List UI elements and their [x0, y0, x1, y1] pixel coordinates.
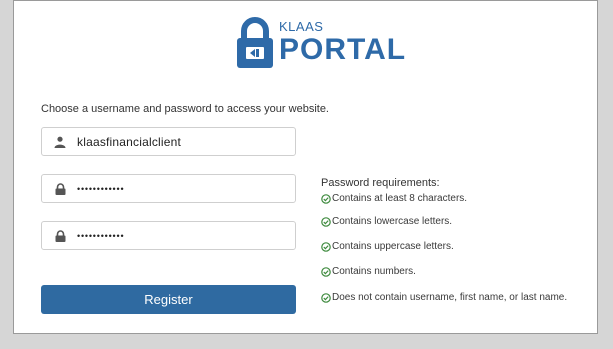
password-field[interactable]: •••••••••••• [41, 174, 296, 203]
requirement-text: Contains numbers. [332, 266, 416, 277]
intro-text: Choose a username and password to access… [41, 103, 329, 115]
padlock-logo-icon [237, 17, 273, 68]
username-value: klaasfinancialclient [77, 134, 182, 149]
register-button[interactable]: Register [41, 285, 296, 314]
password-requirements-title: Password requirements: [321, 177, 440, 189]
password-value: •••••••••••• [77, 183, 125, 194]
logo-text-portal: PORTAL [279, 33, 407, 66]
check-circle-icon [321, 266, 331, 277]
requirement-text: Contains lowercase letters. [332, 216, 453, 227]
requirement-text: Contains uppercase letters. [332, 241, 454, 252]
requirement-item: Contains lowercase letters. [321, 216, 452, 227]
lock-icon [53, 229, 67, 243]
logo-text-klaas: KLAAS [279, 19, 324, 34]
requirement-item: Does not contain username, first name, o… [321, 292, 567, 303]
confirm-password-value: •••••••••••• [77, 230, 125, 241]
lock-icon [53, 182, 67, 196]
check-circle-icon [321, 292, 331, 303]
check-circle-icon [321, 216, 331, 227]
check-circle-icon [321, 241, 331, 252]
username-field[interactable]: klaasfinancialclient [41, 127, 296, 156]
requirement-item: Contains uppercase letters. [321, 241, 454, 252]
check-circle-icon [321, 193, 331, 204]
requirement-item: Contains numbers. [321, 266, 416, 277]
requirement-text: Contains at least 8 characters. [332, 193, 468, 204]
confirm-password-field[interactable]: •••••••••••• [41, 221, 296, 250]
requirement-item: Contains at least 8 characters. [321, 193, 467, 204]
klaas-portal-logo: KLAAS PORTAL [236, 15, 405, 71]
user-icon [53, 135, 67, 149]
registration-card: KLAAS PORTAL Choose a username and passw… [13, 0, 598, 334]
requirement-text: Does not contain username, first name, o… [332, 292, 568, 303]
